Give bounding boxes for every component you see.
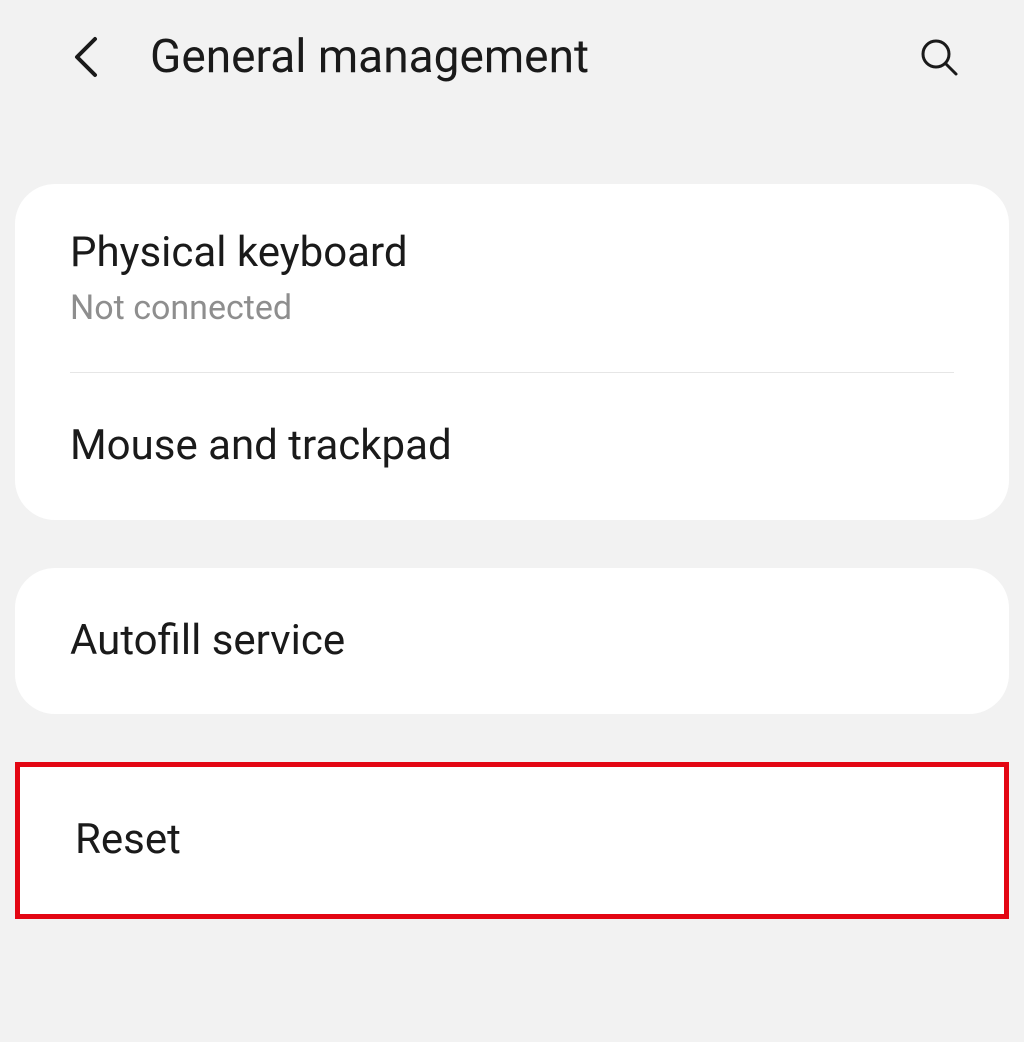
reset-item[interactable]: Reset <box>20 767 1004 913</box>
list-item-title: Physical keyboard <box>70 228 954 278</box>
list-item-subtitle: Not connected <box>70 288 954 328</box>
list-item-title: Reset <box>75 815 949 865</box>
header: General management <box>0 0 1024 124</box>
physical-keyboard-item[interactable]: Physical keyboard Not connected <box>15 184 1009 372</box>
page-title: General management <box>150 30 874 84</box>
autofill-service-item[interactable]: Autofill service <box>15 568 1009 714</box>
back-button[interactable] <box>60 32 110 82</box>
mouse-trackpad-item[interactable]: Mouse and trackpad <box>15 373 1009 519</box>
search-icon <box>919 37 959 77</box>
list-item-title: Mouse and trackpad <box>70 421 954 471</box>
settings-group: Physical keyboard Not connected Mouse an… <box>15 184 1009 520</box>
settings-group: Autofill service <box>15 568 1009 714</box>
settings-group-highlighted: Reset <box>15 762 1009 918</box>
search-button[interactable] <box>914 32 964 82</box>
chevron-left-icon <box>71 35 99 79</box>
list-item-title: Autofill service <box>70 616 954 666</box>
